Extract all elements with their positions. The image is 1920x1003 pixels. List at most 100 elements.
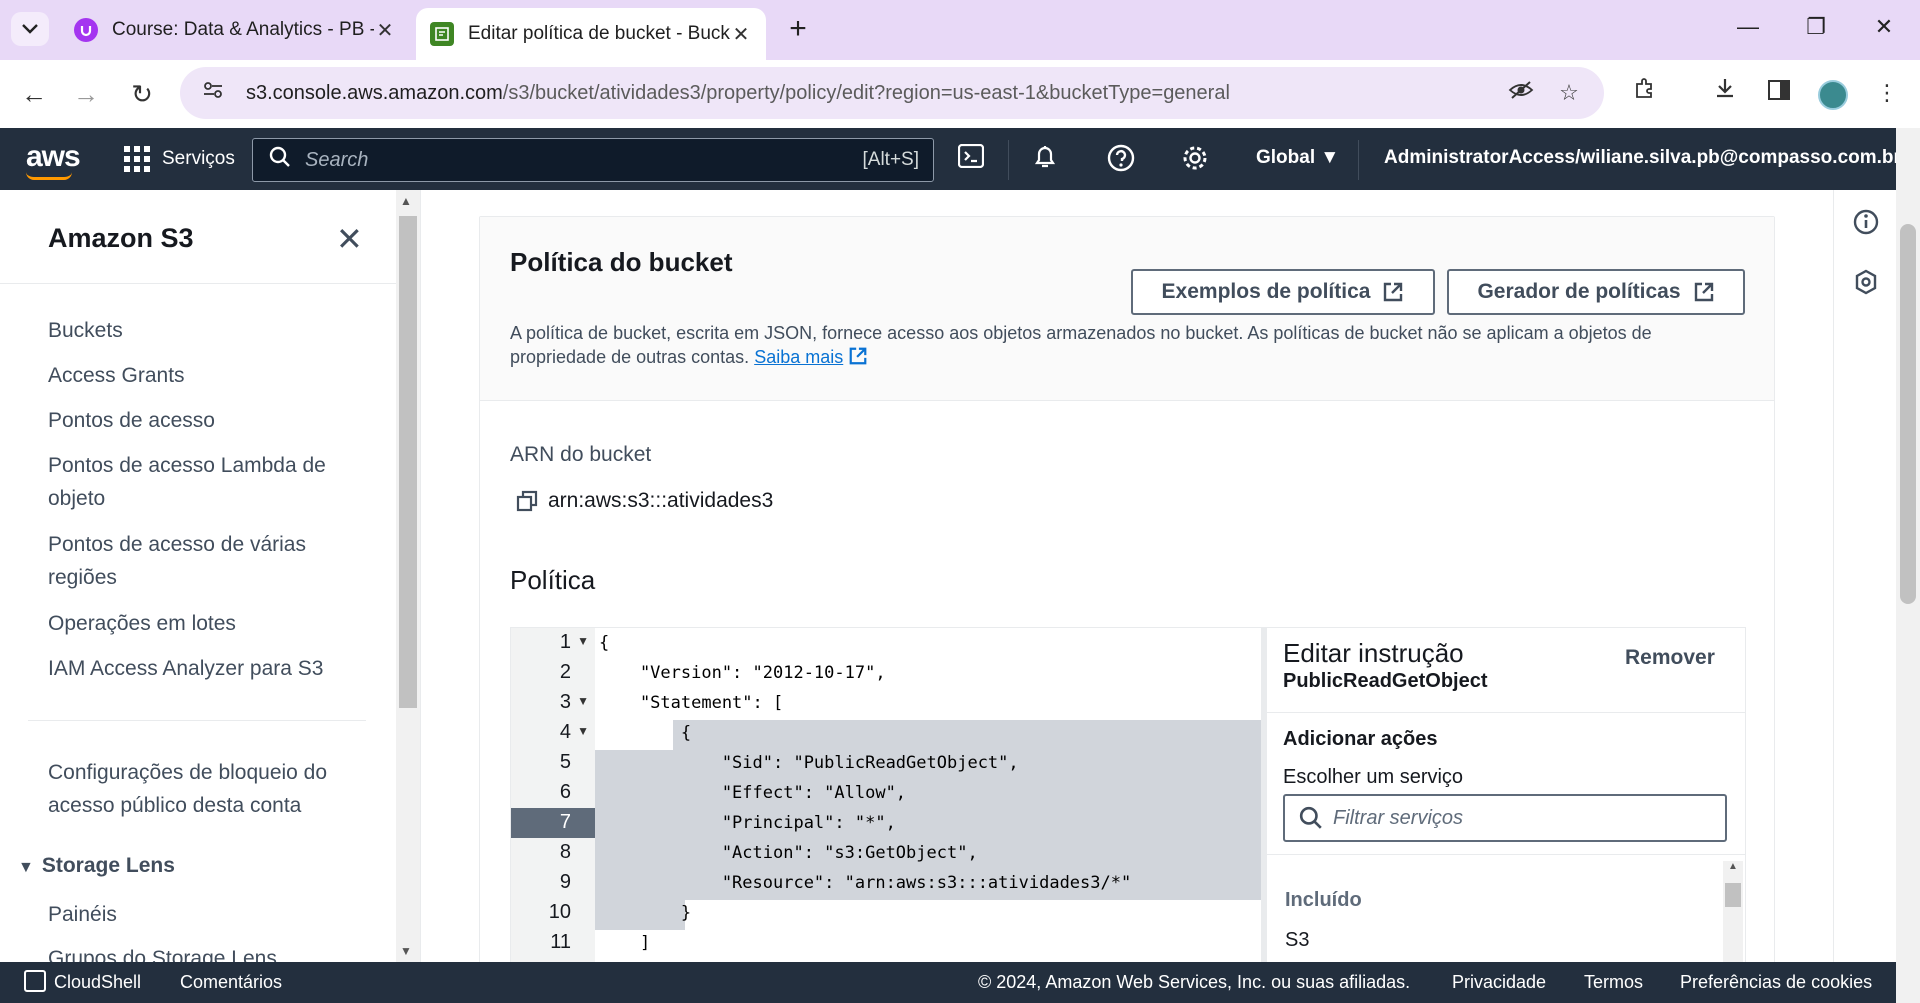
policy-json-editor[interactable]: 1 ▼ 2 3 ▼ 4 ▼ 5 6 7 8 9 10 11 { "Version": …: [510, 627, 1746, 987]
hexagon-help-icon[interactable]: [1852, 268, 1880, 296]
service-item-s3[interactable]: S3: [1285, 929, 1309, 952]
sidebar-item-buckets[interactable]: Buckets: [48, 314, 338, 347]
header-divider: [1358, 140, 1359, 180]
forward-icon[interactable]: →: [68, 76, 104, 112]
profile-avatar[interactable]: [1818, 80, 1848, 110]
s3-bucket-icon: [430, 22, 454, 46]
code-line: "Action": "s3:GetObject",: [599, 843, 978, 863]
remove-statement-button[interactable]: Remover: [1625, 646, 1715, 670]
arn-text: arn:aws:s3:::atividades3: [548, 489, 774, 512]
eye-off-icon[interactable]: [1504, 76, 1538, 110]
policy-generator-button[interactable]: Gerador de políticas: [1447, 269, 1745, 315]
close-icon[interactable]: ✕: [374, 18, 396, 43]
code-line: "Principal": "*",: [599, 813, 896, 833]
line-number: 1 ▼: [559, 631, 589, 653]
bucket-policy-panel: Política do bucket Exemplos de política …: [479, 216, 1775, 987]
aws-logo[interactable]: aws: [26, 140, 81, 174]
sidenav-title[interactable]: Amazon S3: [48, 223, 194, 254]
gear-icon[interactable]: [1180, 144, 1210, 174]
terms-link[interactable]: Termos: [1584, 972, 1643, 993]
sidebar-item-dashboards[interactable]: Painéis: [48, 898, 338, 931]
code-area[interactable]: { "Version": "2012-10-17", "Statement": …: [595, 628, 1339, 986]
bookmark-star-icon[interactable]: ☆: [1552, 76, 1586, 110]
console-footer: CloudShell Comentários © 2024, Amazon We…: [0, 962, 1896, 1003]
reload-icon[interactable]: ↻: [124, 76, 160, 112]
external-link-icon[interactable]: [848, 346, 868, 366]
scrollbar-thumb[interactable]: [1900, 224, 1916, 604]
choose-service-label: Escolher um serviço: [1283, 766, 1464, 788]
code-line: }: [599, 903, 692, 923]
close-icon[interactable]: ✕: [730, 22, 752, 47]
scroll-up-arrow-icon[interactable]: ▲: [1728, 861, 1738, 872]
udemy-icon: [74, 18, 98, 42]
address-bar[interactable]: s3.console.aws.amazon.com/s3/bucket/ativ…: [180, 67, 1604, 119]
fold-arrow-icon[interactable]: ▼: [577, 694, 589, 708]
tab-course[interactable]: Course: Data & Analytics - PB - ✕: [60, 8, 410, 52]
header-divider: [1008, 140, 1009, 180]
privacy-link[interactable]: Privacidade: [1452, 972, 1546, 993]
help-icon[interactable]: [1106, 144, 1136, 174]
close-icon[interactable]: ✕: [336, 220, 363, 258]
copy-icon[interactable]: [516, 490, 538, 512]
fold-arrow-icon[interactable]: ▼: [577, 724, 589, 738]
feedback-link[interactable]: Comentários: [180, 972, 282, 993]
code-line: {: [599, 723, 692, 743]
search-shortcut: [Alt+S]: [862, 149, 920, 170]
line-number: 2: [559, 661, 571, 683]
sidebar-item-storage-lens-groups[interactable]: Grupos do Storage Lens: [48, 942, 338, 962]
scrollbar-thumb[interactable]: [399, 216, 417, 708]
back-icon[interactable]: ←: [16, 76, 52, 112]
new-tab-button[interactable]: +: [780, 12, 816, 48]
sidebar-item-multi-region-access-points[interactable]: Pontos de acesso de várias regiões: [48, 528, 338, 594]
storage-lens-section[interactable]: ▼ Storage Lens: [18, 854, 175, 878]
sidebar-item-iam-access-analyzer[interactable]: IAM Access Analyzer para S3: [48, 652, 338, 685]
scroll-up-arrow-icon[interactable]: ▲: [400, 194, 412, 208]
page-scrollbar[interactable]: [1896, 128, 1920, 1003]
download-icon[interactable]: [1708, 76, 1742, 110]
scrollbar-thumb[interactable]: [1725, 883, 1741, 907]
sidenav-scrollbar[interactable]: ▲ ▼: [396, 190, 420, 962]
bell-icon[interactable]: [1030, 144, 1060, 174]
search-icon: [1299, 806, 1322, 829]
site-settings-icon[interactable]: [202, 80, 232, 106]
sidebar-item-access-points[interactable]: Pontos de acesso: [48, 404, 338, 437]
button-label: Gerador de políticas: [1477, 280, 1681, 303]
grid-icon: [124, 146, 150, 172]
tab-title: Course: Data & Analytics - PB -: [112, 19, 374, 40]
policy-examples-button[interactable]: Exemplos de política: [1131, 269, 1435, 315]
edit-statement-title: Editar instrução: [1283, 638, 1464, 668]
services-label: Serviços: [162, 148, 235, 169]
side-panel-icon[interactable]: [1762, 76, 1796, 110]
region-selector[interactable]: Global ▼: [1256, 147, 1339, 169]
divider: [28, 720, 366, 721]
sidebar-item-access-grants[interactable]: Access Grants: [48, 359, 338, 392]
filter-services-input[interactable]: Filtrar serviços: [1283, 794, 1727, 842]
s3-side-navigation: Amazon S3 ✕ Buckets Access Grants Pontos…: [0, 190, 396, 962]
tab-edit-bucket-policy[interactable]: Editar política de bucket - Bucke ✕: [416, 8, 766, 60]
cookie-preferences-link[interactable]: Preferências de cookies: [1680, 972, 1872, 993]
code-line: "Effect": "Allow",: [599, 783, 907, 803]
services-menu[interactable]: Serviços: [124, 146, 235, 172]
scroll-down-arrow-icon[interactable]: ▼: [400, 944, 412, 958]
menu-kebab-icon[interactable]: ⋮: [1870, 76, 1904, 110]
search-input[interactable]: Search [Alt+S]: [252, 138, 934, 182]
tab-list-button[interactable]: [11, 12, 49, 46]
included-header: Incluído: [1285, 889, 1362, 911]
divider: [0, 283, 396, 284]
info-icon[interactable]: [1852, 208, 1880, 236]
sidebar-item-object-lambda-access-points[interactable]: Pontos de acesso Lambda de objeto: [48, 449, 338, 515]
restore-icon[interactable]: ❐: [1796, 14, 1836, 44]
learn-more-link[interactable]: Saiba mais: [754, 347, 843, 367]
extensions-icon[interactable]: [1628, 76, 1662, 110]
window-close-icon[interactable]: ✕: [1864, 14, 1904, 44]
sidebar-item-batch-operations[interactable]: Operações em lotes: [48, 607, 338, 640]
code-line: "Version": "2012-10-17",: [599, 663, 886, 683]
browser-tab-strip: Course: Data & Analytics - PB - ✕ Editar…: [0, 0, 1920, 60]
edit-statement-panel: Editar instrução PublicReadGetObject Rem…: [1261, 628, 1745, 986]
account-menu[interactable]: AdministratorAccess/wiliane.silva.pb@com…: [1384, 147, 1920, 169]
sidebar-item-block-public-access[interactable]: Configurações de bloqueio do acesso públ…: [48, 756, 338, 822]
minimize-icon[interactable]: —: [1728, 14, 1768, 44]
cloudshell-icon[interactable]: [956, 143, 986, 174]
cloudshell-link[interactable]: CloudShell: [24, 970, 141, 994]
fold-arrow-icon[interactable]: ▼: [577, 634, 589, 648]
